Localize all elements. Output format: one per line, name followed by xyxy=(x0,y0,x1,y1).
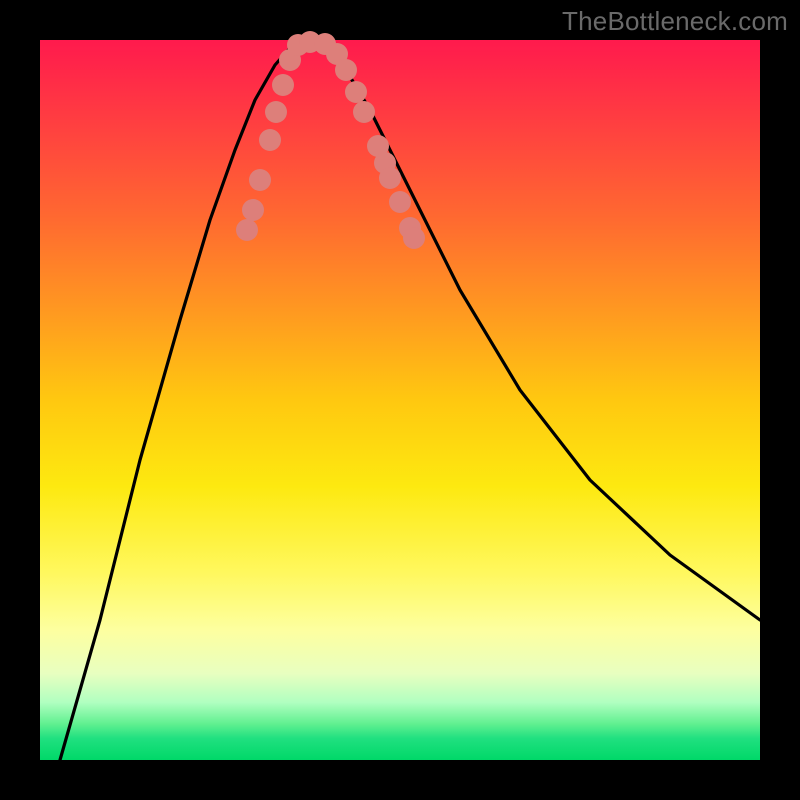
marker-point xyxy=(389,191,411,213)
marker-point xyxy=(242,199,264,221)
marker-point xyxy=(249,169,271,191)
chart-frame: TheBottleneck.com xyxy=(0,0,800,800)
marker-layer xyxy=(236,31,425,249)
marker-point xyxy=(335,59,357,81)
series-right-curve xyxy=(320,42,760,620)
series-left-curve xyxy=(60,42,300,760)
marker-point xyxy=(272,74,294,96)
watermark-text: TheBottleneck.com xyxy=(562,6,788,37)
marker-point xyxy=(403,227,425,249)
marker-point xyxy=(259,129,281,151)
marker-point xyxy=(236,219,258,241)
marker-point xyxy=(345,81,367,103)
curve-layer xyxy=(60,42,760,760)
marker-point xyxy=(265,101,287,123)
marker-point xyxy=(379,167,401,189)
marker-point xyxy=(353,101,375,123)
chart-svg xyxy=(40,40,760,760)
